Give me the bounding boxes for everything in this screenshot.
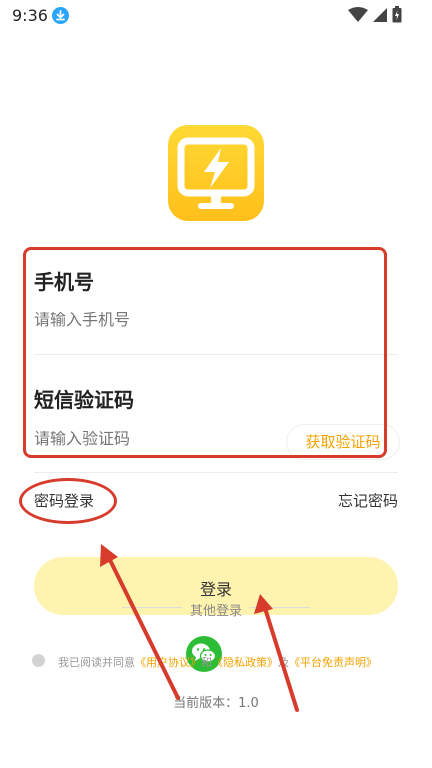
agreement-and-2: 及 (278, 656, 289, 669)
download-icon (52, 7, 69, 24)
status-time: 9:36 (12, 6, 48, 25)
code-divider (34, 472, 398, 473)
agreement-prefix: 我已阅读并同意 (58, 656, 135, 669)
system-icons (348, 6, 402, 23)
other-login-label: 其他登录 (189, 604, 242, 619)
other-login-line-right (250, 607, 310, 608)
privacy-policy-link[interactable]: 《隐私政策》 (212, 656, 278, 669)
forgot-password-link[interactable]: 忘记密码 (338, 490, 398, 511)
agreement-and: 和 (201, 656, 212, 669)
status-bar: 9:36 (0, 0, 432, 32)
agreement-row: 我已阅读并同意《用户协议》和《隐私政策》及《平台免责声明》 (32, 653, 412, 671)
annotation-ellipse (19, 478, 117, 524)
agreement-text: 我已阅读并同意《用户协议》和《隐私政策》及《平台免责声明》 (58, 654, 377, 670)
other-login-row: 其他登录 (90, 600, 342, 619)
signal-icon (373, 7, 387, 22)
disclaimer-link[interactable]: 《平台免责声明》 (289, 656, 377, 669)
agreement-checkbox[interactable] (32, 654, 45, 667)
wifi-icon (348, 6, 368, 22)
login-button-label: 登录 (199, 580, 232, 599)
user-agreement-link[interactable]: 《用户协议》 (135, 656, 201, 669)
battery-icon (392, 6, 402, 23)
version-text: 当前版本：1.0 (173, 696, 259, 711)
app-logo (168, 125, 264, 221)
annotation-rectangle (23, 247, 387, 458)
